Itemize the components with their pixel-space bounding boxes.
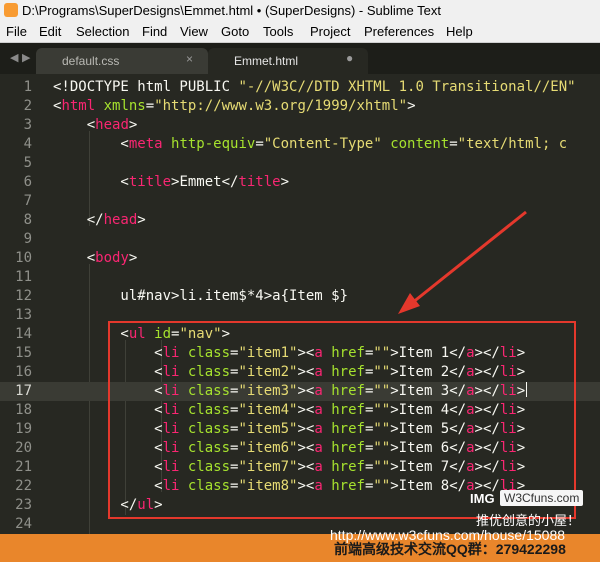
annotation-arrow [398,210,527,314]
arrow-head [398,293,420,314]
watermark-qq-group: 前端高级技术交流QQ群：279422298 [334,541,566,557]
arrow-shaft [411,210,527,305]
watermark-logo-box: W3Cfuns.com [500,490,584,506]
watermark-logo: IMG [470,491,495,506]
